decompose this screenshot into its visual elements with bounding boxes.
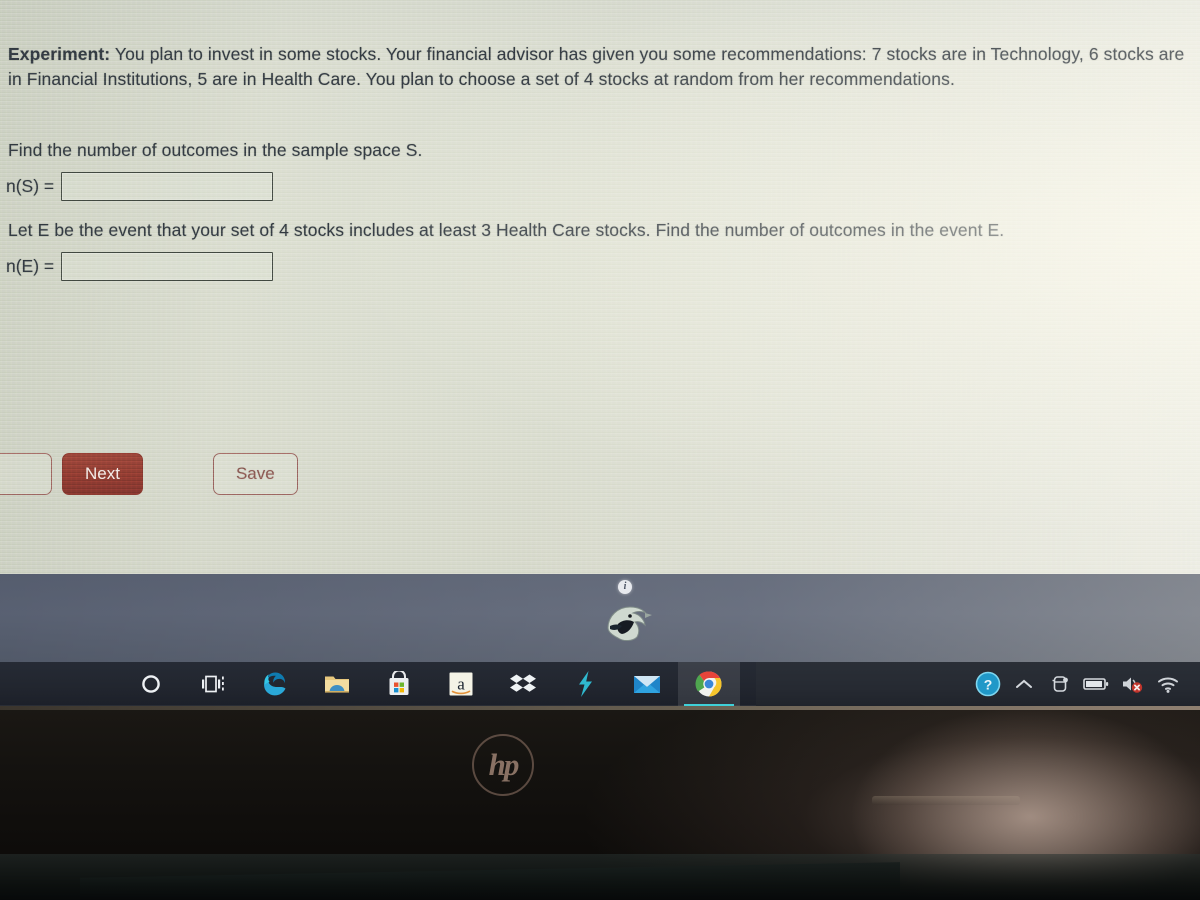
dropbox-icon — [510, 674, 536, 692]
taskbar-item-microsoft-edge[interactable] — [244, 662, 306, 706]
next-button[interactable]: Next — [62, 453, 143, 495]
desktop-icon-cardinal[interactable]: i — [592, 568, 662, 648]
taskbar-item-task-view[interactable] — [182, 662, 244, 706]
answer-row-ne: n(E) = — [6, 252, 274, 281]
ns-label: n(S) = — [6, 176, 55, 196]
amazon-icon: a — [449, 672, 473, 696]
mail-icon — [634, 676, 660, 693]
taskbar-item-mail[interactable] — [616, 662, 678, 706]
tray-item-help[interactable]: ? — [970, 662, 1006, 706]
prompt-event-e: Let E be the event that your set of 4 st… — [8, 220, 1005, 240]
chevron-up-icon — [1016, 679, 1032, 688]
lightning-app-icon — [579, 671, 592, 697]
answer-row-ns: n(S) = — [6, 172, 274, 201]
hp-logo: hp — [472, 734, 534, 796]
wifi-icon — [1158, 677, 1178, 693]
question-label: Experiment: — [8, 44, 111, 64]
tray-item-volume-muted[interactable] — [1114, 662, 1150, 706]
google-chrome-icon — [695, 671, 722, 697]
taskbar-item-file-explorer[interactable] — [306, 662, 368, 706]
ne-input[interactable] — [61, 252, 274, 281]
tray-item-onedrive[interactable] — [1042, 662, 1078, 706]
system-tray: ? — [970, 662, 1200, 706]
taskbar-item-microsoft-store[interactable] — [368, 662, 430, 706]
taskbar-item-cortana[interactable] — [120, 662, 182, 706]
svg-text:a: a — [457, 675, 465, 694]
windows-taskbar-tray-area: ? — [756, 662, 1200, 706]
microsoft-store-icon — [389, 671, 409, 695]
speaker-muted-icon — [1123, 677, 1143, 693]
help-icon: ? — [975, 671, 1001, 697]
cortana-icon — [142, 675, 160, 693]
laptop-screen: Experiment: You plan to invest in some s… — [0, 0, 1200, 574]
info-badge-icon: i — [618, 580, 632, 594]
previous-button[interactable]: s — [0, 453, 52, 495]
tray-item-wifi[interactable] — [1150, 662, 1186, 706]
task-view-icon — [202, 675, 224, 693]
cardinal-bird-logo-icon — [607, 606, 652, 641]
taskbar-item-amazon[interactable]: a — [430, 662, 492, 706]
microsoft-edge-icon — [264, 672, 286, 696]
ne-label: n(E) = — [6, 256, 55, 276]
form-button-row: s Next Save — [0, 453, 298, 495]
file-explorer-icon — [325, 676, 349, 693]
prompt-sample-space: Find the number of outcomes in the sampl… — [8, 140, 423, 160]
laptop-photo-scene: Experiment: You plan to invest in some s… — [0, 0, 1200, 900]
desk-surface — [0, 854, 1200, 900]
save-button[interactable]: Save — [212, 453, 298, 495]
tray-item-battery[interactable] — [1078, 662, 1114, 706]
ns-input[interactable] — [61, 172, 274, 201]
taskbar-item-google-chrome[interactable] — [678, 662, 740, 706]
onedrive-sync-icon — [1052, 676, 1068, 692]
save-button-label: Save — [235, 464, 275, 483]
tray-item-show-hidden[interactable] — [1006, 662, 1042, 706]
taskbar-item-dropbox[interactable] — [492, 662, 554, 706]
question-statement: Experiment: You plan to invest in some s… — [8, 42, 1186, 92]
svg-text:?: ? — [984, 677, 993, 693]
desktop-wallpaper: i — [0, 574, 1200, 662]
next-button-label: Next — [85, 464, 120, 483]
question-statement-text: You plan to invest in some stocks. Your … — [8, 44, 1185, 89]
taskbar-item-lightning-app[interactable] — [554, 662, 616, 706]
laptop-bottom-bezel: hp — [0, 706, 1200, 900]
battery-icon — [1083, 678, 1109, 690]
windows-taskbar: a — [0, 662, 756, 706]
